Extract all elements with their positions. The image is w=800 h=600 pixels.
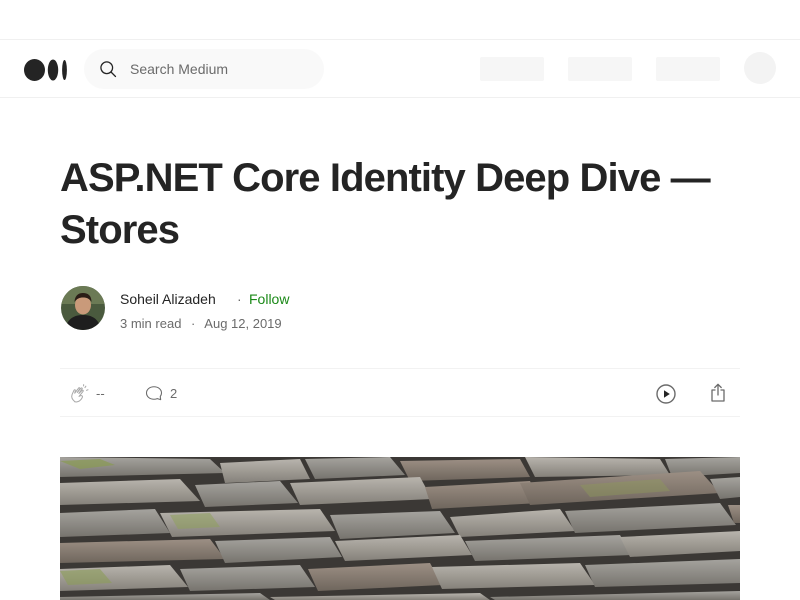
share-icon[interactable]	[706, 381, 730, 405]
author-avatar[interactable]	[61, 286, 105, 330]
nav-placeholder-write[interactable]	[480, 57, 544, 81]
nav-placeholder-signup[interactable]	[568, 57, 632, 81]
separator-dot: ·	[237, 291, 242, 307]
top-navbar	[0, 40, 800, 98]
user-avatar-placeholder[interactable]	[744, 52, 776, 84]
search-icon	[100, 61, 117, 78]
search-bar[interactable]	[84, 49, 324, 89]
article-title: ASP.NET Core Identity Deep Dive — Stores	[60, 156, 711, 252]
nav-placeholder-signin[interactable]	[656, 57, 720, 81]
medium-logo[interactable]	[24, 58, 70, 82]
meta-separator-dot: ·	[191, 316, 196, 331]
article-meta: 3 min read · Aug 12, 2019	[120, 316, 288, 331]
response-count: 2	[170, 386, 178, 401]
author-name[interactable]: Soheil Alizadeh	[120, 291, 216, 307]
response-icon[interactable]	[144, 383, 164, 403]
clap-count: --	[96, 386, 105, 401]
article-action-bar: -- 2	[60, 368, 740, 417]
publish-date: Aug 12, 2019	[204, 316, 282, 331]
browser-top-strip	[0, 0, 800, 40]
play-icon[interactable]	[654, 382, 678, 406]
author-photo	[61, 286, 105, 330]
stone-wall-image	[60, 457, 740, 600]
hero-image	[60, 457, 740, 600]
search-input[interactable]	[130, 59, 310, 79]
follow-button[interactable]: Follow	[249, 291, 289, 307]
read-time: 3 min read	[120, 316, 182, 331]
clap-icon[interactable]	[68, 383, 90, 405]
